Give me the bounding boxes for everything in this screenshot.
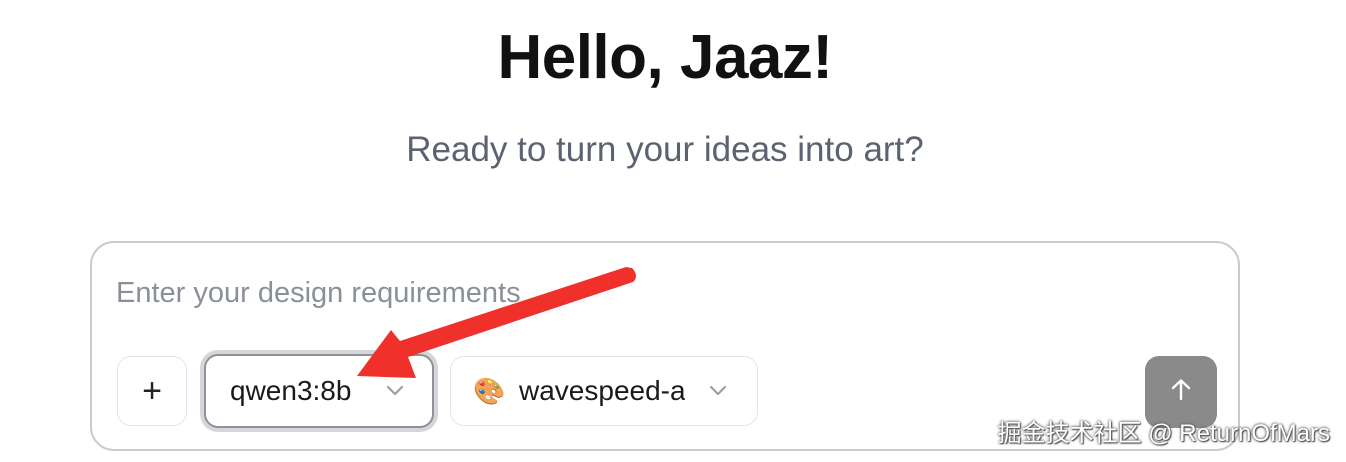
model-select[interactable]: qwen3:8b bbox=[204, 354, 434, 428]
chevron-down-icon bbox=[709, 382, 727, 400]
tool-select-value: wavespeed-ai bbox=[519, 375, 685, 406]
arrow-up-icon bbox=[1168, 377, 1194, 408]
tool-select[interactable]: 🎨 wavespeed-ai bbox=[450, 356, 758, 426]
watermark: 掘金技术社区 @ ReturnOfMars bbox=[997, 420, 1330, 447]
model-select-value: qwen3:8b bbox=[230, 375, 352, 406]
page-title: Hello, Jaaz! bbox=[497, 23, 833, 92]
page: Hello, Jaaz! Ready to turn your ideas in… bbox=[0, 0, 1346, 462]
chevron-down-icon bbox=[386, 382, 404, 400]
plus-icon: + bbox=[142, 371, 162, 410]
page-subtitle: Ready to turn your ideas into art? bbox=[406, 130, 924, 169]
add-attachment-button[interactable]: + bbox=[117, 356, 187, 426]
design-requirements-input[interactable] bbox=[116, 271, 1196, 315]
palette-icon: 🎨 bbox=[473, 375, 506, 406]
